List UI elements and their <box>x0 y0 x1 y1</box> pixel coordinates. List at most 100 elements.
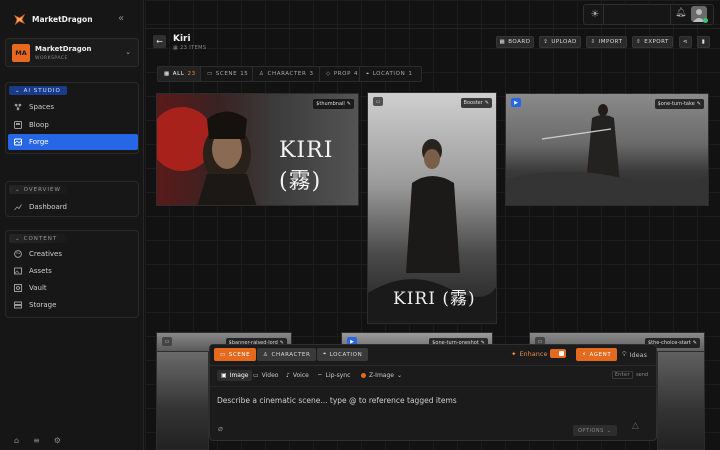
lightbulb-icon: 💡︎ <box>622 350 627 358</box>
sidebar-item-assets[interactable]: Assets <box>8 263 138 279</box>
mode-image-tab[interactable]: ▣ Image <box>217 370 253 381</box>
character-tag-button[interactable]: ♙ CHARACTER <box>257 348 317 361</box>
card-title-text: KIRI (霧) <box>279 138 334 194</box>
content-section: ⌄ CONTENT Creatives Assets Vault Storage <box>5 230 139 318</box>
options-button[interactable]: OPTIONS ⌄ <box>573 425 617 436</box>
card-tag: $thumbnail ✎ <box>313 99 354 109</box>
prompt-input[interactable]: Describe a cinematic scene... type @ to … <box>217 396 457 405</box>
section-header-ai-studio[interactable]: ⌄ AI STUDIO <box>9 86 67 95</box>
sidebar-footer: ⌂ ≡ ⚙ <box>0 430 144 450</box>
asset-card[interactable]: ▶ $one-turn-take ✎ <box>505 93 709 206</box>
chevron-down-icon: ⌄ <box>15 186 21 193</box>
sidebar-item-vault[interactable]: Vault <box>8 280 138 296</box>
asset-card[interactable]: KIRI (霧) ▭ Booster ✎ <box>367 92 497 324</box>
share-button[interactable]: ⋖ <box>679 36 692 48</box>
divider <box>670 5 671 24</box>
tab-character[interactable]: ♙ CHARACTER 3 <box>253 67 320 81</box>
brand-name: MarketDragon <box>32 14 93 24</box>
palette-icon <box>14 250 22 258</box>
settings-gear-icon[interactable]: ⚙ <box>54 436 61 445</box>
home-icon[interactable]: ⌂ <box>14 436 19 445</box>
pencil-icon: ✎ <box>346 101 351 107</box>
storage-icon <box>14 301 22 309</box>
ideas-button[interactable]: 💡︎ Ideas <box>622 350 647 359</box>
sidebar-item-forge[interactable]: Forge <box>8 134 138 150</box>
pencil-icon: ✎ <box>484 100 489 106</box>
overview-section: ⌄ OVERVIEW Dashboard <box>5 181 139 217</box>
bloop-icon <box>14 121 22 129</box>
mode-video-tab[interactable]: ▭ Video <box>249 370 282 381</box>
tab-scene[interactable]: ▭ SCENE 15 <box>201 67 253 81</box>
prompt-composer: ▭ SCENE ♙ CHARACTER ⌖ LOCATION ✦ Enhance ⚡︎ A… <box>209 344 658 441</box>
model-selector[interactable]: Z-Image ⌄ <box>357 370 406 381</box>
card-type-chip: ▭ <box>373 97 383 106</box>
sidebar-item-dashboard[interactable]: Dashboard <box>8 199 138 215</box>
divider <box>210 365 658 366</box>
attach-paperclip-icon[interactable]: ⌀ <box>218 424 223 433</box>
scene-tag-button[interactable]: ▭ SCENE <box>214 348 257 361</box>
theme-toggle-sun-icon[interactable]: ☀ <box>589 9 601 21</box>
card-tag: Booster ✎ <box>460 98 492 108</box>
enhance-toggle[interactable] <box>550 349 566 358</box>
board-icon: ▦ <box>499 39 506 45</box>
workspace-subtitle: WORKSPACE <box>35 56 68 61</box>
person-icon: ♙ <box>263 351 269 358</box>
workspace-name: MarketDragon <box>35 45 92 53</box>
divider <box>603 5 604 24</box>
image-icon: ▣ <box>221 372 227 379</box>
asset-card-image[interactable] <box>657 352 705 450</box>
mode-voice-tab[interactable]: ♪ Voice <box>282 370 313 381</box>
delete-button[interactable]: ▮ <box>697 36 710 48</box>
box-icon: ◇ <box>326 71 331 77</box>
card-tag: $one-turn-take ✎ <box>654 99 704 109</box>
share-icon: ⋖ <box>682 39 689 45</box>
forge-icon <box>14 138 22 146</box>
video-icon: ▭ <box>253 372 259 379</box>
notifications-bell-icon[interactable]: 🔔︎ <box>675 8 686 18</box>
tab-all[interactable]: ▦ ALL 23 <box>158 67 201 81</box>
sidebar-item-spaces[interactable]: Spaces <box>8 99 138 115</box>
samurai-sword-image <box>506 104 708 205</box>
board-button[interactable]: ▦ BOARD <box>496 36 534 48</box>
asset-card-image[interactable] <box>156 352 209 450</box>
pencil-icon: ✎ <box>696 101 701 107</box>
import-button[interactable]: ⇩ IMPORT <box>586 36 627 48</box>
film-icon: ▭ <box>207 71 213 77</box>
sidebar-item-bloop[interactable]: Bloop <box>8 117 138 133</box>
tab-location[interactable]: ⌖ LOCATION 1 <box>360 67 421 81</box>
sidebar-item-creatives[interactable]: Creatives <box>8 246 138 262</box>
wand-icon: ✦ <box>511 350 517 358</box>
workspace-switcher[interactable]: MA MarketDragon WORKSPACE ⌄ <box>5 38 139 67</box>
collapse-sidebar-icon[interactable]: « <box>118 13 124 24</box>
mode-lipsync-tab[interactable]: ⌔ Lip-sync <box>313 370 354 381</box>
card-type-chip: ▶ <box>511 98 521 107</box>
sliders-icon[interactable]: ≡ <box>33 436 40 445</box>
user-avatar[interactable] <box>691 6 708 23</box>
sidebar-item-storage[interactable]: Storage <box>8 297 138 313</box>
grid-icon: ▦ <box>164 71 170 77</box>
model-dot-icon <box>361 373 366 378</box>
agent-button[interactable]: ⚡︎ AGENT <box>576 348 618 361</box>
section-header-content[interactable]: ⌄ CONTENT <box>9 234 67 243</box>
tab-prop[interactable]: ◇ PROP 4 <box>320 67 360 81</box>
pencil-icon: ✎ <box>692 340 697 346</box>
ai-studio-section: ⌄ AI STUDIO Spaces Bloop Forge <box>5 82 139 154</box>
back-arrow-button[interactable]: ← <box>153 35 166 48</box>
pin-icon: ⌖ <box>323 351 327 357</box>
item-count: ▦ 23 ITEMS <box>173 45 207 51</box>
dragon-logo-icon <box>13 13 26 25</box>
warning-triangle-icon: △ <box>632 421 639 431</box>
page-title: Kiri <box>173 34 191 44</box>
export-icon: ⇧ <box>636 39 642 45</box>
brand[interactable]: MarketDragon <box>12 11 93 27</box>
location-tag-button[interactable]: ⌖ LOCATION <box>317 348 369 361</box>
export-button[interactable]: ⇧ EXPORT <box>632 36 673 48</box>
enter-to-send-hint: Enter send <box>612 371 648 379</box>
image-icon <box>14 267 22 275</box>
upload-button[interactable]: ⇪ UPLOAD <box>539 36 581 48</box>
spaces-icon <box>14 103 22 111</box>
chart-icon <box>14 203 22 211</box>
pin-icon: ⌖ <box>366 70 370 77</box>
section-header-overview[interactable]: ⌄ OVERVIEW <box>9 185 67 194</box>
asset-card[interactable]: KIRI (霧) $thumbnail ✎ <box>156 93 359 206</box>
